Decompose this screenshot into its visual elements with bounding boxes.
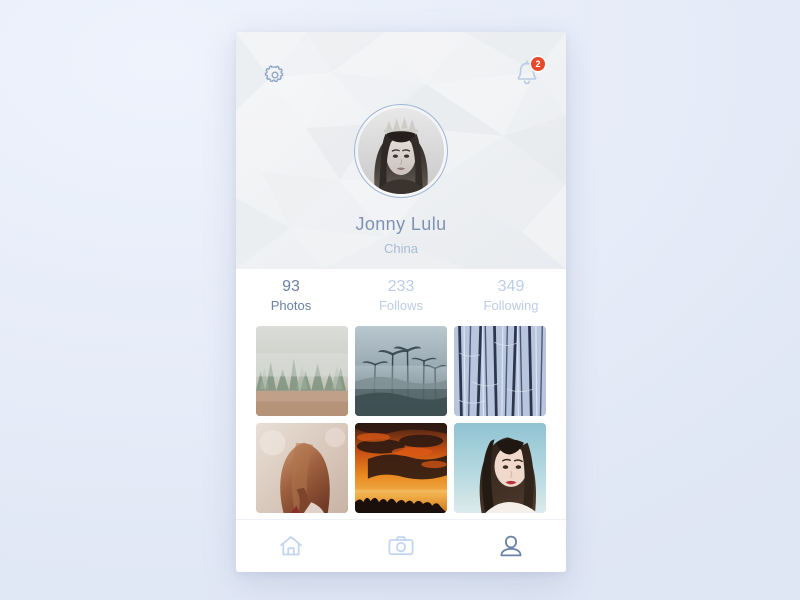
photo-tile-orange-sunset-clouds[interactable] xyxy=(355,423,447,513)
profile-location: China xyxy=(384,241,418,256)
frosted-birch-trees-image xyxy=(454,326,546,416)
settings-button[interactable] xyxy=(260,60,290,90)
stat-follows-label: Follows xyxy=(378,298,424,314)
profile-header: 2 Jonny Lulu China xyxy=(236,32,566,269)
photo-tile-frosted-birch-trees[interactable] xyxy=(454,326,546,416)
bottom-navigation xyxy=(236,519,566,572)
nav-item-home[interactable] xyxy=(236,520,346,572)
home-icon xyxy=(280,536,302,556)
auburn-haired-girl-image xyxy=(256,423,348,513)
photo-tile-misty-pine-forest[interactable] xyxy=(256,326,348,416)
camera-icon xyxy=(388,536,414,556)
stat-photos-value: 93 xyxy=(282,278,300,295)
misty-pine-forest-image xyxy=(256,326,348,416)
notifications-button[interactable]: 2 xyxy=(512,57,545,89)
profile-stats: 93 Photos 233 Follows 349 Following xyxy=(236,269,566,326)
photo-tile-foggy-palm-trees[interactable] xyxy=(355,326,447,416)
dark-haired-woman-portrait-image xyxy=(454,423,546,513)
stat-following[interactable]: 349 Following xyxy=(456,276,566,326)
stat-follows-value: 233 xyxy=(387,278,415,295)
nav-item-profile[interactable] xyxy=(456,520,566,572)
stat-following-label: Following xyxy=(483,298,539,314)
avatar[interactable] xyxy=(354,104,448,198)
notification-badge: 2 xyxy=(531,57,545,71)
stat-following-value: 349 xyxy=(497,278,525,295)
avatar-image xyxy=(358,108,444,194)
photo-tile-auburn-haired-girl[interactable] xyxy=(256,423,348,513)
photo-grid xyxy=(236,326,566,519)
foggy-palm-trees-image xyxy=(355,326,447,416)
nav-item-camera[interactable] xyxy=(346,520,456,572)
orange-sunset-clouds-image xyxy=(355,423,447,513)
phone-card: 2 Jonny Lulu China 93 Photos 233 Follows… xyxy=(236,32,566,572)
gear-icon xyxy=(264,65,284,83)
stat-photos[interactable]: 93 Photos xyxy=(236,276,346,326)
stat-photos-label: Photos xyxy=(270,298,312,314)
profile-icon xyxy=(500,535,522,557)
photo-tile-dark-haired-woman-portrait[interactable] xyxy=(454,423,546,513)
stat-follows[interactable]: 233 Follows xyxy=(346,276,456,326)
profile-name: Jonny Lulu xyxy=(355,214,447,234)
